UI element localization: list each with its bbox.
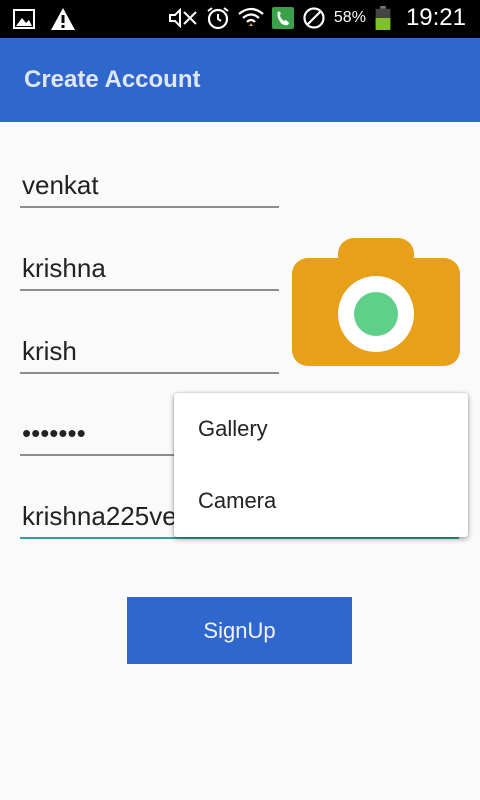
battery-icon — [375, 6, 391, 30]
status-bar: 58% 19:21 — [0, 0, 480, 38]
first-name-field[interactable] — [20, 168, 279, 208]
mute-icon — [168, 7, 197, 29]
page-title: Create Account — [24, 66, 201, 93]
clock: 19:21 — [405, 4, 466, 31]
last-name-field[interactable] — [20, 251, 279, 291]
menu-item-gallery[interactable]: Gallery — [174, 393, 468, 465]
warning-icon — [51, 8, 75, 30]
app-bar: Create Account — [0, 38, 480, 122]
username-field[interactable] — [20, 334, 279, 374]
camera-icon[interactable] — [292, 236, 460, 366]
image-icon — [13, 9, 35, 29]
no-sim-icon — [303, 7, 325, 29]
battery-percent: 58% — [333, 9, 366, 26]
phone-icon — [271, 7, 294, 29]
wifi-icon — [238, 7, 264, 26]
image-source-menu: Gallery Camera — [174, 393, 468, 537]
signup-button[interactable]: SignUp — [127, 597, 352, 664]
menu-item-camera[interactable]: Camera — [174, 465, 468, 537]
alarm-icon — [207, 7, 229, 30]
